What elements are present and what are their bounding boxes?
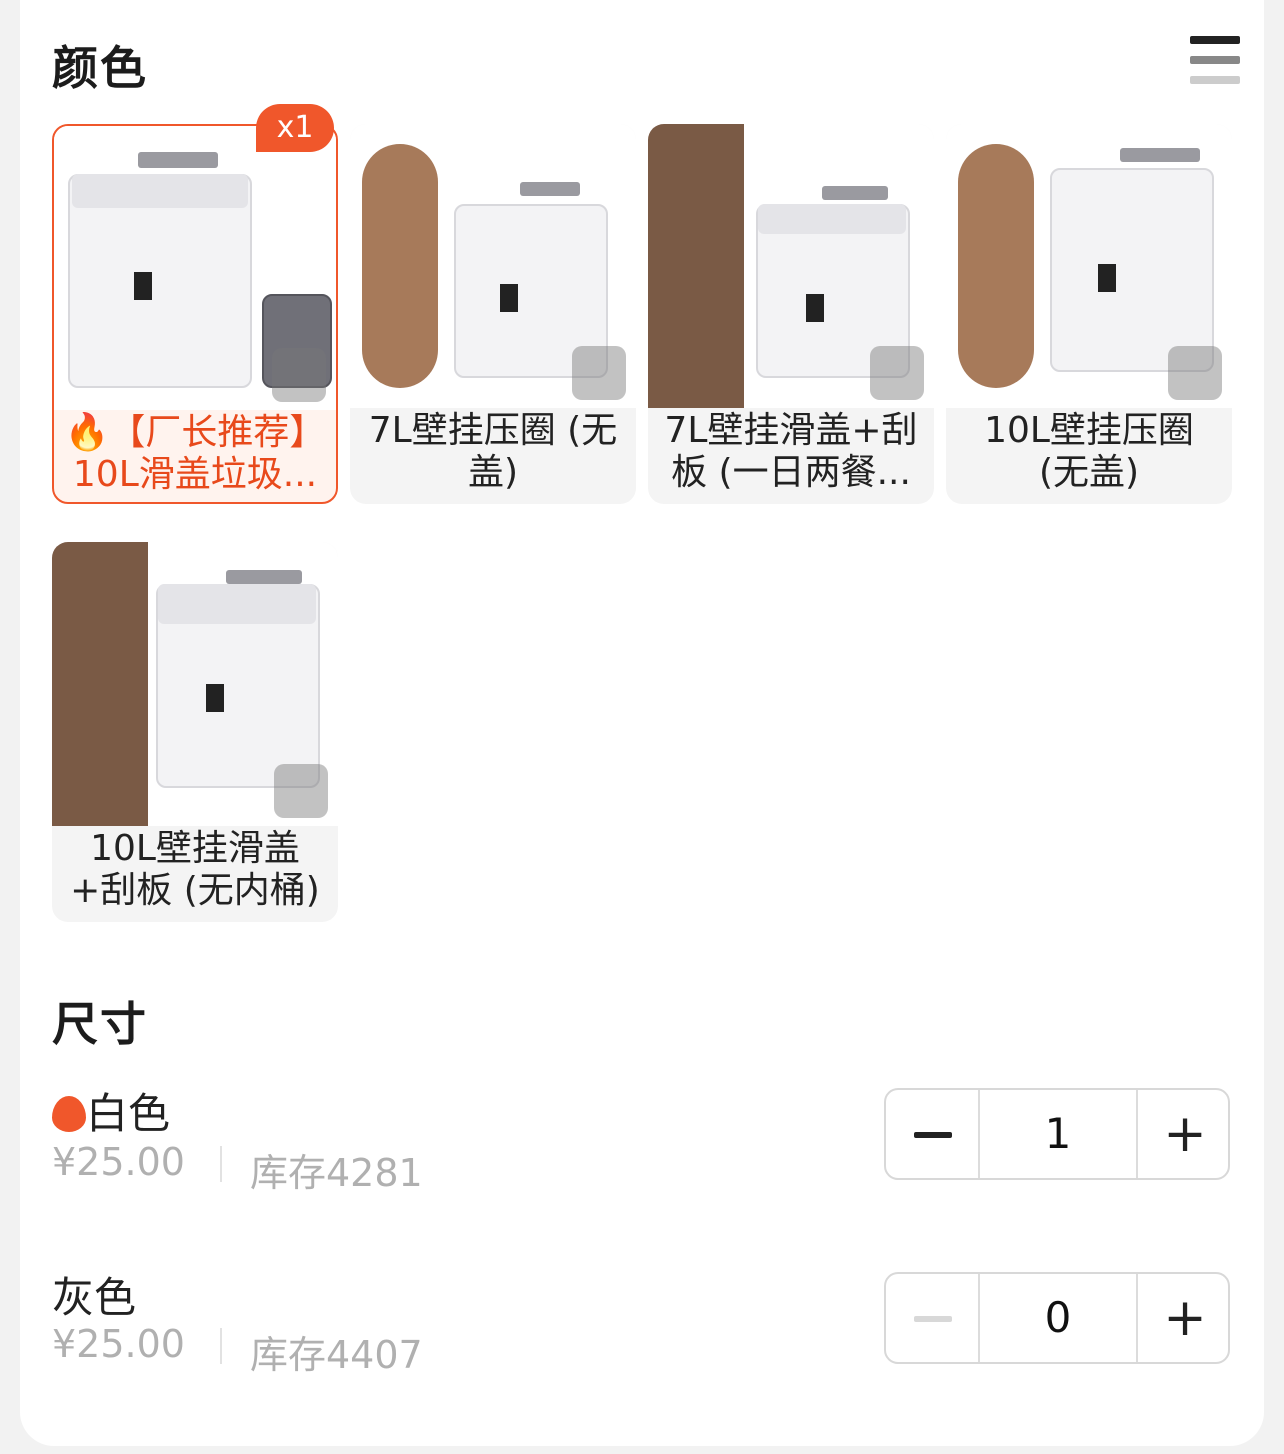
product-image	[52, 542, 338, 826]
product-image	[350, 124, 636, 408]
color-option-1[interactable]: 🔥【厂长推荐】10L滑盖垃圾...	[52, 124, 338, 504]
size-row-name: 白色	[52, 1080, 170, 1141]
divider	[220, 1328, 222, 1364]
fire-icon	[52, 1096, 86, 1132]
decrement-button[interactable]	[886, 1090, 978, 1178]
size-price: ¥25.00	[52, 1140, 185, 1184]
minus-icon	[914, 1316, 952, 1322]
color-option-4[interactable]: 10L壁挂压圈 (无盖)	[946, 124, 1232, 504]
size-price: ¥25.00	[52, 1322, 185, 1366]
color-option-5[interactable]: 10L壁挂滑盖+刮板 (无内桶)	[52, 542, 338, 922]
color-option-2[interactable]: 7L壁挂压圈 (无盖)	[350, 124, 636, 504]
product-image	[946, 124, 1232, 408]
product-image	[648, 124, 934, 408]
color-option-label: 10L壁挂滑盖+刮板 (无内桶)	[70, 828, 320, 911]
color-option-3[interactable]: 7L壁挂滑盖+刮板 (一日两餐...	[648, 124, 934, 504]
size-stock: 库存4281	[250, 1151, 423, 1195]
expand-icon[interactable]	[1168, 346, 1222, 400]
color-option-label: 🔥【厂长推荐】10L滑盖垃圾...	[64, 412, 326, 495]
quantity-value[interactable]: 0	[980, 1274, 1136, 1362]
decrement-button[interactable]	[886, 1274, 978, 1362]
color-option-label: 7L壁挂压圈 (无盖)	[368, 410, 618, 493]
divider	[220, 1146, 222, 1182]
product-image	[54, 126, 336, 410]
expand-icon[interactable]	[272, 348, 326, 402]
size-section-title: 尺寸	[52, 997, 148, 1051]
size-row-name: 灰色	[52, 1273, 137, 1322]
expand-icon[interactable]	[274, 764, 328, 818]
minus-icon	[914, 1132, 952, 1138]
color-section-title: 颜色	[52, 41, 148, 95]
expand-icon[interactable]	[572, 346, 626, 400]
quantity-stepper: 1 +	[884, 1088, 1230, 1180]
selected-count-badge: x1	[256, 104, 334, 152]
quantity-stepper: 0 +	[884, 1272, 1230, 1364]
list-icon[interactable]	[1190, 36, 1240, 88]
quantity-value[interactable]: 1	[980, 1090, 1136, 1178]
color-option-label: 10L壁挂压圈 (无盖)	[984, 410, 1194, 493]
color-option-label: 7L壁挂滑盖+刮板 (一日两餐...	[664, 410, 918, 493]
increment-button[interactable]: +	[1138, 1274, 1232, 1362]
increment-button[interactable]: +	[1138, 1090, 1232, 1178]
size-stock: 库存4407	[250, 1333, 423, 1377]
expand-icon[interactable]	[870, 346, 924, 400]
